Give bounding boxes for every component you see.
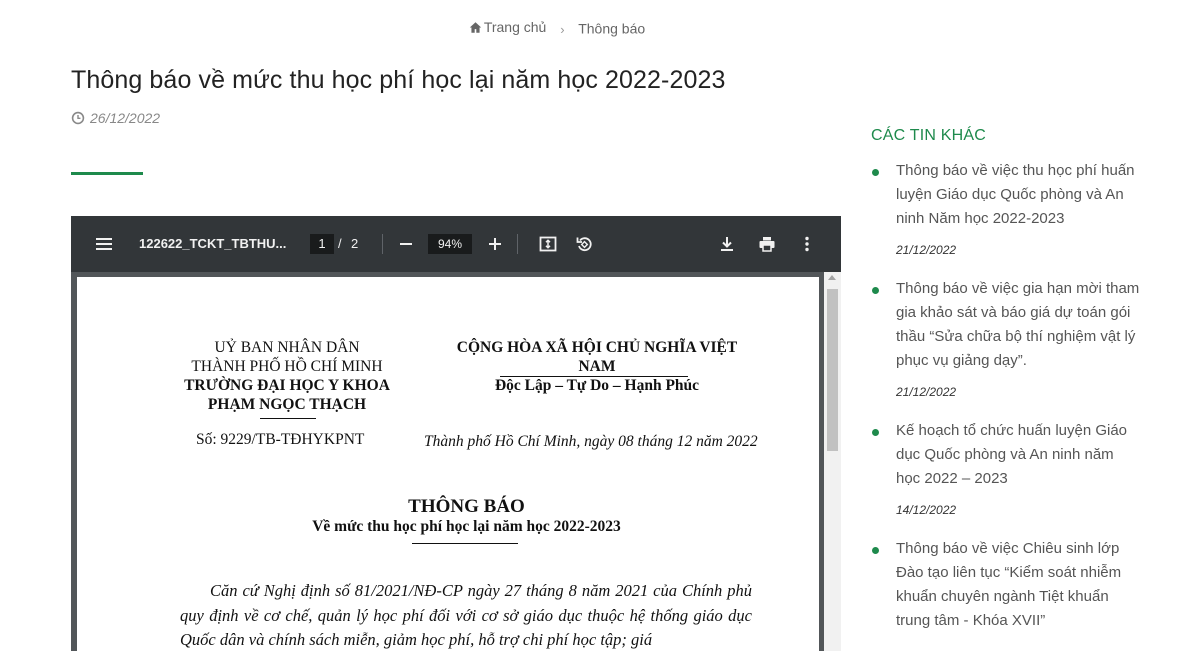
news-date: 14/12/2022 <box>896 503 957 517</box>
print-icon[interactable] <box>755 232 779 256</box>
list-item: Kế hoạch tổ chức huấn luyện Giáo dục Quố… <box>871 419 1141 517</box>
news-list: Thông báo về việc thu học phí huấn luyện… <box>871 159 1141 633</box>
doc-body-paragraph: Căn cứ Nghị định số 81/2021/NĐ-CP ngày 2… <box>180 581 752 649</box>
scroll-up-arrow-icon[interactable] <box>828 275 836 280</box>
pdf-scrollbar[interactable] <box>824 272 841 651</box>
doc-authority-line2: THÀNH PHỐ HỒ CHÍ MINH <box>191 358 383 375</box>
bullet-icon <box>872 429 879 436</box>
doc-right-header: CỘNG HÒA XÃ HỘI CHỦ NGHĨA VIỆT NAM Độc L… <box>437 338 757 395</box>
doc-left-rule <box>260 418 316 419</box>
news-date: 21/12/2022 <box>896 243 957 257</box>
page-title: Thông báo về mức thu học phí học lại năm… <box>71 66 726 94</box>
home-icon <box>469 21 482 33</box>
pdf-page-input[interactable]: 1 <box>310 234 334 254</box>
more-icon[interactable] <box>795 232 819 256</box>
news-link[interactable]: Thông báo về việc thu học phí huấn luyện… <box>896 159 1141 231</box>
zoom-in-icon[interactable] <box>483 232 507 256</box>
clock-icon <box>71 111 85 125</box>
fit-page-icon[interactable] <box>536 232 560 256</box>
breadcrumb-home-link[interactable]: Trang chủ <box>469 19 547 35</box>
pdf-page-separator: / <box>338 236 342 251</box>
news-link[interactable]: Kế hoạch tổ chức huấn luyện Giáo dục Quố… <box>896 419 1141 491</box>
pdf-file-name: 122622_TCKT_TBTHU... <box>139 236 287 251</box>
article-date: 26/12/2022 <box>71 110 160 126</box>
rotate-icon[interactable] <box>572 232 596 256</box>
doc-place-date: Thành phố Hồ Chí Minh, ngày 08 tháng 12 … <box>424 433 758 450</box>
sidebar-title: CÁC TIN KHÁC <box>871 127 987 144</box>
doc-school-line2: PHẠM NGỌC THẠCH <box>207 396 367 413</box>
breadcrumb-separator-icon: › <box>560 21 565 37</box>
pdf-scroll-thumb[interactable] <box>827 289 838 451</box>
bullet-icon <box>872 169 879 176</box>
pdf-total-pages: 2 <box>351 236 359 251</box>
doc-right-rule <box>500 376 688 377</box>
doc-body: Căn cứ Nghị định số 81/2021/NĐ-CP ngày 2… <box>180 579 752 651</box>
zoom-out-icon[interactable] <box>394 232 418 256</box>
doc-heading: THÔNG BÁO <box>408 496 525 517</box>
doc-school-line1: TRƯỜNG ĐẠI HỌC Y KHOA <box>184 377 390 394</box>
pdf-toolbar: 122622_TCKT_TBTHU... 1 / 2 94% <box>71 216 841 272</box>
toolbar-divider <box>517 234 518 254</box>
news-date: 21/12/2022 <box>896 385 957 399</box>
doc-subheading-rule <box>412 543 518 544</box>
breadcrumb-current[interactable]: Thông báo <box>578 21 645 37</box>
pdf-viewer[interactable]: 122622_TCKT_TBTHU... 1 / 2 94% UỶ BAN NH… <box>71 216 841 651</box>
bullet-icon <box>872 287 879 294</box>
menu-icon[interactable] <box>95 235 113 253</box>
toolbar-divider <box>382 234 383 254</box>
doc-subheading: Về mức thu học phí học lại năm học 2022-… <box>312 518 621 535</box>
list-item: Thông báo về việc thu học phí huấn luyện… <box>871 159 1141 257</box>
doc-authority-line1: UỶ BAN NHÂN DÂN <box>214 339 360 356</box>
doc-country-line: CỘNG HÒA XÃ HỘI CHỦ NGHĨA VIỆT NAM <box>456 339 738 375</box>
breadcrumb: Trang chủ › Thông báo <box>0 19 1114 37</box>
list-item: Thông báo về việc Chiêu sinh lớp Đào tạo… <box>871 537 1141 633</box>
news-link[interactable]: Thông báo về việc gia hạn mời tham gia k… <box>896 277 1141 373</box>
list-item: Thông báo về việc gia hạn mời tham gia k… <box>871 277 1141 399</box>
download-icon[interactable] <box>715 232 739 256</box>
bullet-icon <box>872 547 879 554</box>
breadcrumb-home-label: Trang chủ <box>483 19 547 35</box>
doc-number: Số: 9229/TB-TĐHYKPNT <box>196 431 365 448</box>
article-date-text: 26/12/2022 <box>90 110 161 126</box>
pdf-page: UỶ BAN NHÂN DÂN THÀNH PHỐ HỒ CHÍ MINH TR… <box>77 277 819 651</box>
doc-left-header: UỶ BAN NHÂN DÂN THÀNH PHỐ HỒ CHÍ MINH TR… <box>172 338 402 414</box>
doc-motto-line: Độc Lập – Tự Do – Hạnh Phúc <box>494 377 700 394</box>
title-divider <box>71 172 143 175</box>
news-link[interactable]: Thông báo về việc Chiêu sinh lớp Đào tạo… <box>896 537 1141 633</box>
pdf-zoom-input[interactable]: 94% <box>428 234 472 254</box>
